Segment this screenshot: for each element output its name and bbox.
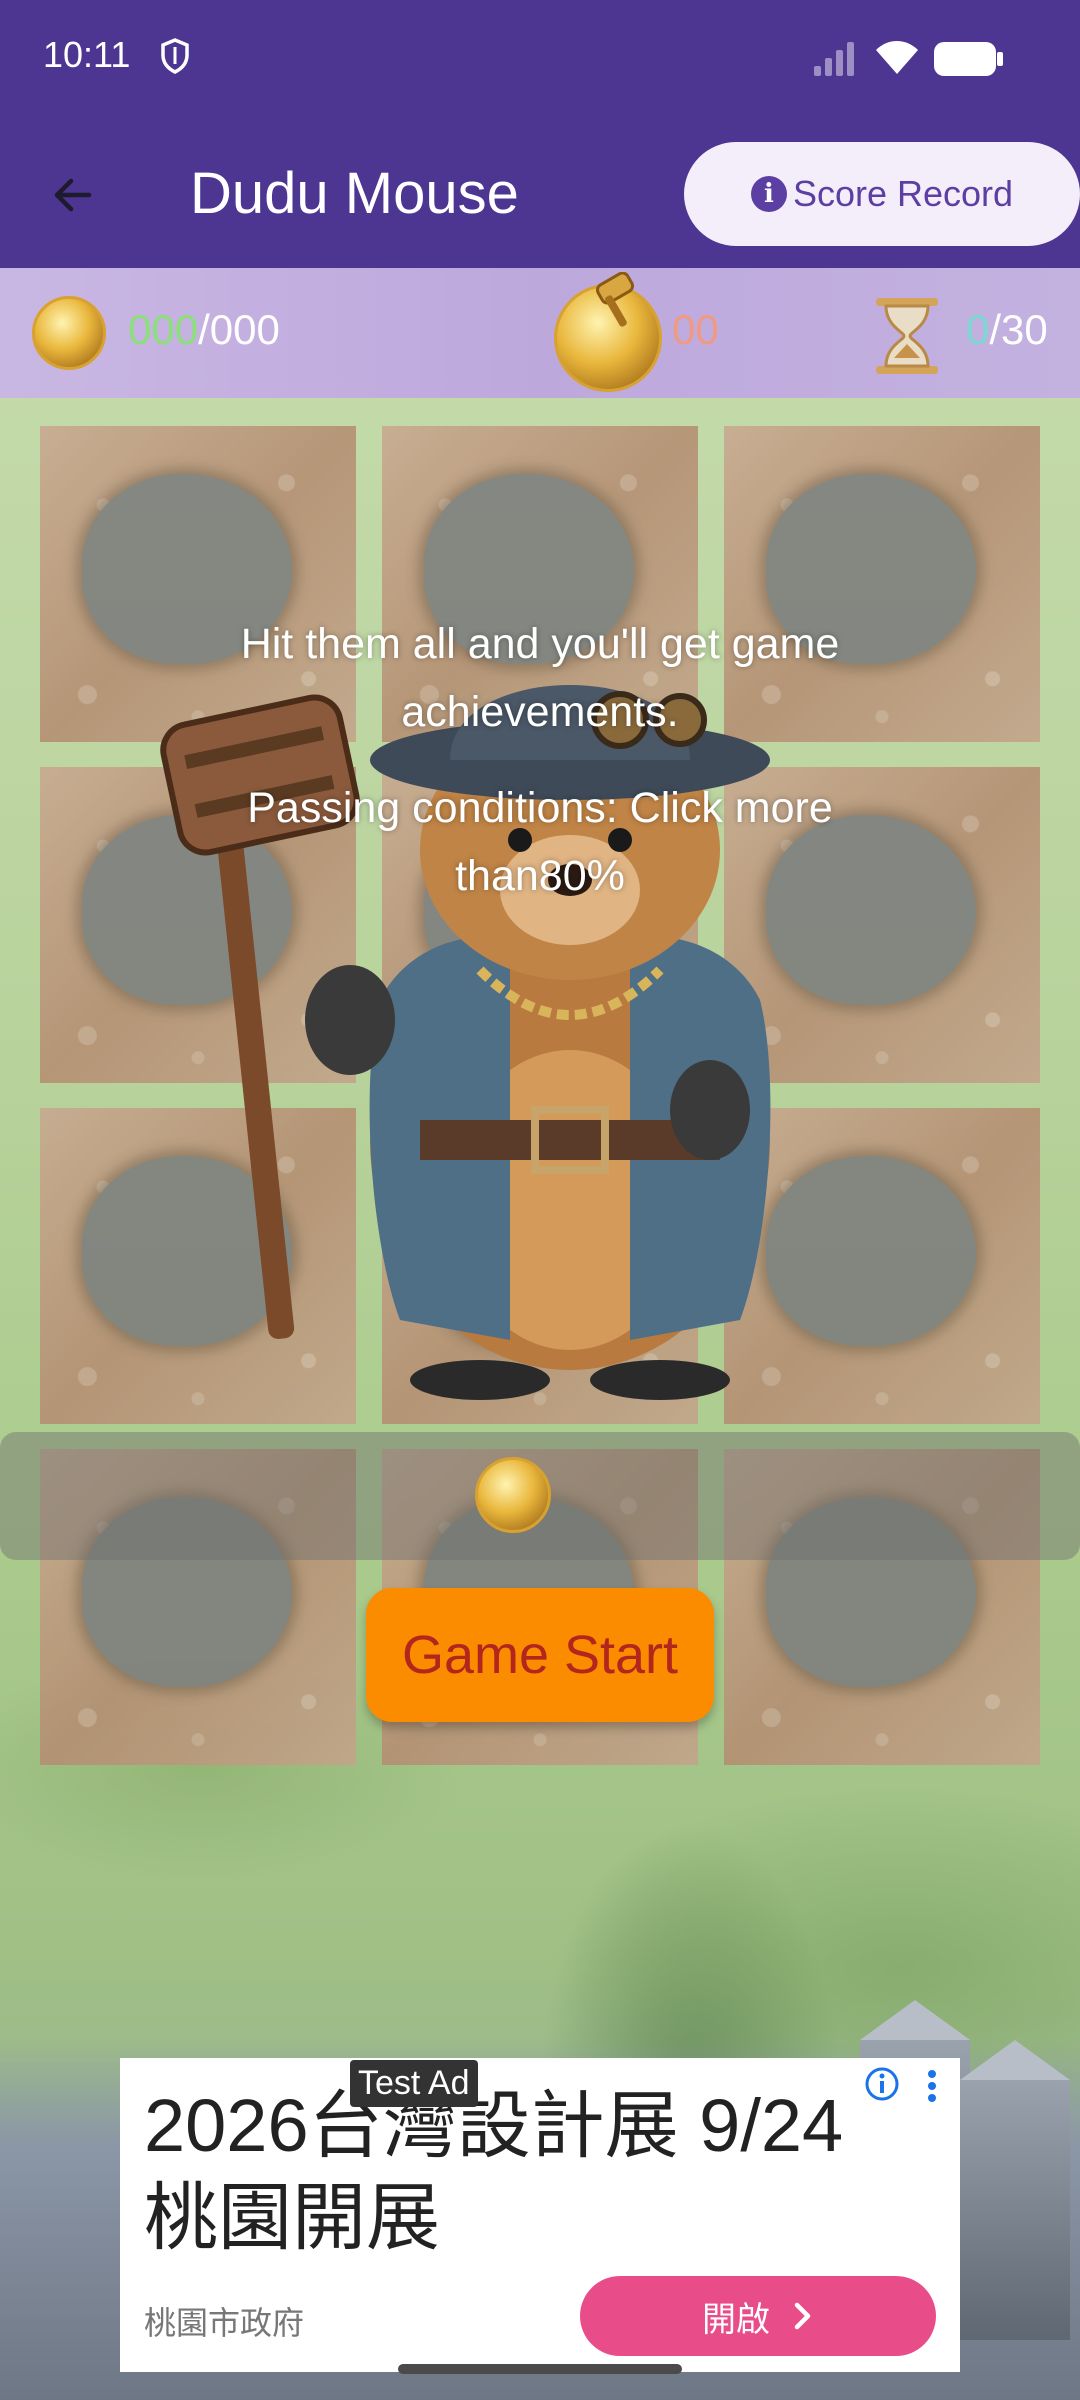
hammer-icon [595, 272, 635, 327]
score-counter: 000/000 [128, 306, 280, 354]
more-vert-icon[interactable] [922, 2066, 942, 2106]
score-record-label: Score Record [792, 173, 1014, 214]
page-title: Dudu Mouse [190, 161, 519, 226]
battery-icon [934, 42, 1003, 76]
score-record-button[interactable]: i Score Record [684, 142, 1080, 246]
app-bar: Dudu Mouse i Score Record [0, 118, 1080, 268]
back-button[interactable] [38, 160, 108, 230]
wifi-icon [876, 41, 918, 74]
score-total: /000 [198, 306, 280, 353]
hits-counter: 00 [672, 306, 719, 353]
mouse-coin-icon [32, 296, 106, 370]
arrow-left-icon [54, 178, 92, 212]
ad-headline: 2026台灣設計展 9/24 桃園開展 [144, 2084, 844, 2259]
game-message-condition: Passing conditions: Click more than80% [247, 784, 833, 900]
shield-icon [161, 38, 189, 74]
game-start-button[interactable]: Game Start [366, 1588, 714, 1722]
background-house [960, 2040, 1070, 2340]
game-message-achievement: Hit them all and you'll get game achieve… [240, 620, 840, 736]
chevron-right-icon [794, 2302, 811, 2330]
status-bar: 10:11 [0, 0, 1080, 118]
info-icon: i [750, 176, 787, 212]
cell-signal-icon [814, 42, 854, 76]
score-current: 000 [128, 306, 199, 353]
ad-banner[interactable]: 2026台灣設計展 9/24 桃園開展 桃園市政府 開啟 [120, 2058, 960, 2372]
time-total: /30 [989, 306, 1048, 353]
status-time: 10:11 [43, 34, 131, 75]
ad-advertiser: 桃園市政府 [144, 2305, 305, 2341]
ad-open-button[interactable]: 開啟 [580, 2276, 936, 2356]
mouse-coin-icon [475, 1457, 551, 1533]
time-counter: 0/30 [966, 306, 1048, 354]
adchoices-icon[interactable] [864, 2066, 900, 2102]
test-ad-tag: Test Ad [350, 2060, 478, 2107]
time-current: 0 [966, 306, 990, 353]
ad-open-label: 開啟 [702, 2300, 770, 2339]
home-indicator[interactable] [398, 2364, 682, 2374]
mole-mascot [160, 685, 771, 1400]
hourglass-icon [876, 298, 938, 374]
